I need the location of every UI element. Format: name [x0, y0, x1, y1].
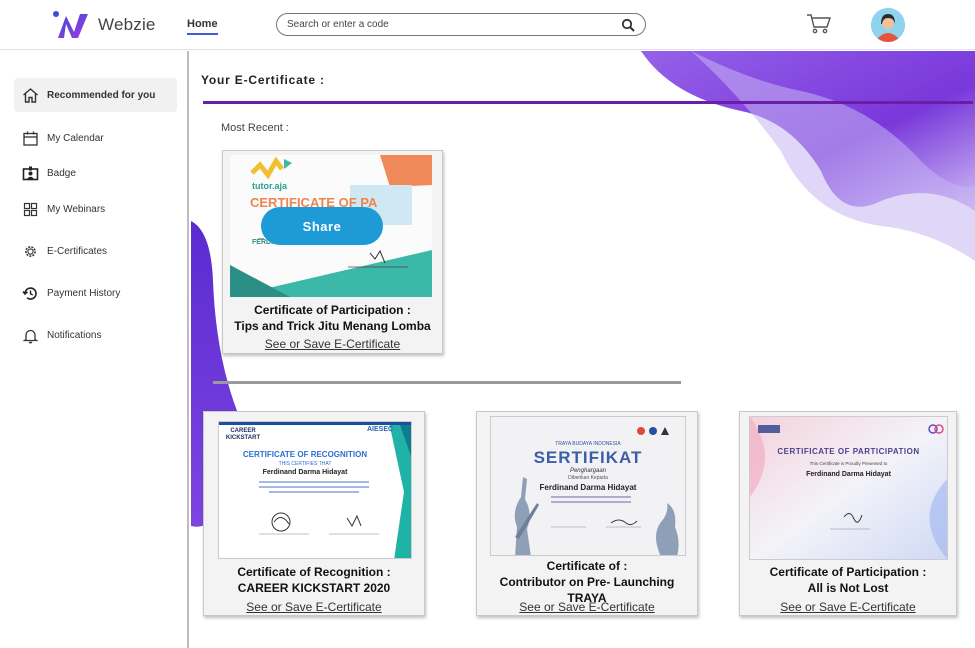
- webzie-logo-icon: [53, 11, 88, 38]
- certificate-heading: SERTIFIKAT: [533, 448, 643, 467]
- calendar-icon: [23, 131, 38, 146]
- certificate-thumbnail[interactable]: TRAYA BUDAYA INDONESIA SERTIFIKAT Pengha…: [490, 416, 686, 556]
- see-save-certificate-link[interactable]: See or Save E-Certificate: [477, 600, 697, 614]
- certificate-image: [219, 422, 411, 558]
- certificate-title-line1: Certificate of Participation :: [769, 565, 927, 579]
- certificate-subheading-2: Diberikan Kepada: [568, 475, 608, 481]
- certificate-card[interactable]: TRAYA BUDAYA INDONESIA SERTIFIKAT Pengha…: [476, 411, 698, 616]
- certificate-image: [750, 417, 947, 559]
- certificate-thumbnail[interactable]: CAREER KICKSTART AIESEC CERTIFICATE OF R…: [218, 421, 412, 559]
- certificate-recipient: Ferdinand Darma Hidayat: [262, 469, 348, 476]
- sidebar-item-payment-history[interactable]: Payment History: [14, 276, 177, 310]
- certificate-title-line2: CAREER KICKSTART 2020: [237, 581, 391, 595]
- certificate-recipient: Ferdinand Darma Hidayat: [539, 483, 637, 492]
- sidebar: Recommended for you My Calendar Badge My…: [0, 51, 189, 648]
- section-divider: [213, 381, 681, 384]
- certificate-thumbnail[interactable]: CERTIFICATE OF PARTICIPATION This Certif…: [749, 416, 948, 560]
- sidebar-item-recommended[interactable]: Recommended for you: [14, 78, 177, 112]
- sidebar-item-label: My Calendar: [47, 132, 104, 144]
- search-bar[interactable]: [276, 13, 646, 36]
- certificate-brand: tutor.aja: [252, 181, 288, 191]
- main-content: Your E-Certificate : Most Recent : tutor…: [191, 51, 975, 648]
- certificate-title-line2: Contributor on Pre- Launching: [499, 575, 675, 589]
- certificate-card[interactable]: CAREER KICKSTART AIESEC CERTIFICATE OF R…: [203, 411, 425, 616]
- sidebar-item-label: Payment History: [47, 287, 121, 299]
- see-save-certificate-link[interactable]: See or Save E-Certificate: [223, 337, 442, 351]
- certificate-card[interactable]: CERTIFICATE OF PARTICIPATION This Certif…: [739, 411, 957, 616]
- see-save-certificate-link[interactable]: See or Save E-Certificate: [204, 600, 424, 614]
- nav-home-link[interactable]: Home: [187, 18, 218, 35]
- search-input[interactable]: [287, 19, 621, 30]
- history-icon: [22, 286, 37, 300]
- sidebar-item-webinars[interactable]: My Webinars: [14, 192, 177, 226]
- cart-icon[interactable]: [806, 12, 832, 36]
- sidebar-item-badge[interactable]: Badge: [14, 156, 177, 190]
- certificate-heading: CERTIFICATE OF PARTICIPATION: [777, 447, 920, 456]
- decorative-blob-top-right: [641, 51, 975, 261]
- search-icon[interactable]: [621, 18, 635, 32]
- certificate-title-line2: All is Not Lost: [807, 581, 889, 595]
- home-icon: [23, 87, 38, 103]
- certificate-heading: CERTIFICATE OF RECOGNITION: [242, 450, 368, 459]
- certificate-subheading: THIS CERTIFIES THAT: [278, 461, 332, 467]
- title-divider: [203, 101, 973, 104]
- sidebar-item-label: Notifications: [47, 329, 102, 341]
- share-button[interactable]: Share: [261, 207, 383, 245]
- sidebar-item-calendar[interactable]: My Calendar: [14, 121, 177, 155]
- avatar-icon: [871, 8, 905, 42]
- brand-name: Webzie: [98, 15, 156, 34]
- certificate-title-line2: Tips and Trick Jitu Menang Lomba: [234, 319, 431, 333]
- certificate-org: TRAYA BUDAYA INDONESIA: [555, 441, 621, 447]
- most-recent-label: Most Recent :: [221, 122, 289, 134]
- bell-icon: [22, 329, 39, 343]
- certificate-recipient: Ferdinand Darma Hidayat: [806, 471, 891, 478]
- sidebar-item-label: My Webinars: [47, 203, 106, 215]
- sidebar-item-label: Recommended for you: [47, 89, 156, 101]
- certificate-subheading: This Certificate is Proudly Presented to: [809, 461, 888, 466]
- sidebar-item-notifications[interactable]: Notifications: [14, 318, 177, 352]
- certificate-title-line1: Certificate of :: [546, 559, 628, 573]
- sidebar-item-ecertificates[interactable]: E-Certificates: [14, 234, 177, 268]
- sidebar-item-label: Badge: [47, 167, 76, 179]
- see-save-certificate-link[interactable]: See or Save E-Certificate: [740, 600, 956, 614]
- user-avatar[interactable]: [871, 8, 905, 42]
- grid-icon: [23, 202, 38, 216]
- certificate-partner: AIESEC: [367, 426, 394, 433]
- certificate-title-line1: Certificate of Participation :: [254, 303, 411, 317]
- sidebar-item-label: E-Certificates: [47, 245, 108, 257]
- badge-icon: [22, 166, 39, 180]
- featured-certificate-card[interactable]: tutor.aja CERTIFICATE OF PA FERDINAND DA…: [222, 150, 443, 354]
- certificate-subheading: Penghargaan: [569, 468, 607, 474]
- top-header: Webzie Home: [0, 0, 975, 50]
- brand-logo[interactable]: Webzie: [52, 10, 156, 40]
- certificate-brand: CAREER KICKSTART: [225, 428, 261, 441]
- certificate-title-line1: Certificate of Recognition :: [237, 565, 391, 579]
- gear-icon: [25, 245, 36, 257]
- page-title: Your E-Certificate :: [201, 73, 325, 87]
